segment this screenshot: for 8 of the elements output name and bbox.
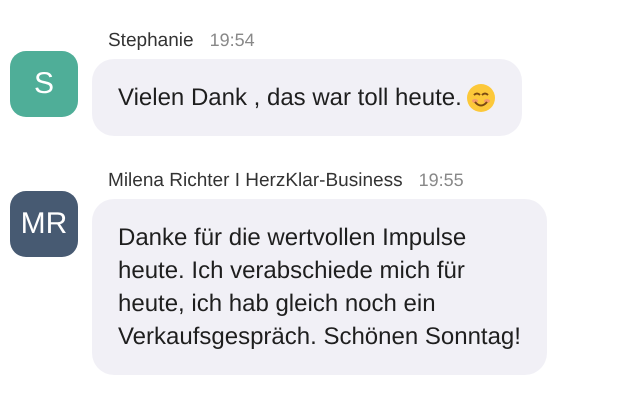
sender-name: Milena Richter I HerzKlar-Business bbox=[108, 170, 403, 192]
message-time: 19:54 bbox=[210, 30, 255, 51]
message-text: Danke für die wertvollen Impulse heute. Ich verabschiede mich für heute, ich hab gleich noch ein Verkaufsgespräch. Schönen Sonntag! bbox=[118, 223, 521, 352]
message-text: Vielen Dank , das war toll heute. bbox=[118, 83, 462, 113]
sender-name: Stephanie bbox=[108, 30, 194, 52]
avatar: MR bbox=[10, 191, 78, 257]
message-time: 19:55 bbox=[418, 170, 464, 191]
avatar: S bbox=[10, 51, 78, 117]
